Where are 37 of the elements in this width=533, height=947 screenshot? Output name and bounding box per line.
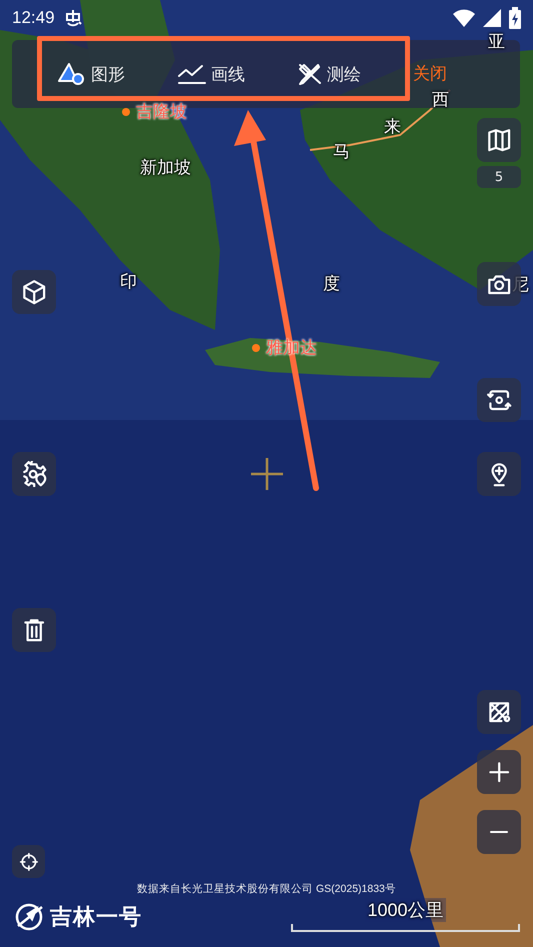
battery-charging-icon bbox=[509, 7, 521, 29]
measure-tool-button[interactable]: 测绘 bbox=[297, 58, 361, 90]
crosshair-icon bbox=[18, 852, 38, 872]
line-tool-button[interactable]: 画线 bbox=[177, 58, 245, 90]
close-button[interactable]: 关闭 bbox=[411, 63, 449, 85]
shape-icon bbox=[57, 62, 87, 86]
map-layers-button[interactable] bbox=[477, 118, 521, 162]
rotate-view-button[interactable] bbox=[477, 378, 521, 422]
ruler-pencil-icon bbox=[297, 62, 323, 86]
logo-text: 吉林一号 bbox=[50, 904, 142, 932]
zoom-in-button[interactable] bbox=[477, 750, 521, 794]
attribution-text: 数据来自长光卫星技术股份有限公司 GS(2025)1833号 bbox=[136, 882, 397, 896]
crosshair-icon bbox=[251, 458, 283, 490]
cube-3d-icon bbox=[20, 278, 48, 306]
map-label: 吉隆坡 bbox=[136, 101, 187, 123]
map-label: 来 bbox=[384, 116, 401, 138]
status-time: 12:49 bbox=[12, 8, 55, 28]
delete-button[interactable] bbox=[12, 608, 56, 652]
map-label: 新加坡 bbox=[140, 157, 191, 179]
map-label: 马 bbox=[333, 141, 350, 163]
map-label: 度 bbox=[323, 273, 340, 295]
map-label: 西 bbox=[432, 89, 449, 111]
layer-count-badge: 5 bbox=[477, 166, 521, 188]
locate-button[interactable] bbox=[12, 845, 45, 878]
3d-view-button[interactable] bbox=[12, 270, 56, 314]
map-area-button[interactable] bbox=[477, 690, 521, 734]
map-label: 尼 bbox=[512, 274, 529, 296]
map-label: 印 bbox=[120, 271, 137, 293]
location-settings-button[interactable] bbox=[12, 452, 56, 496]
gear-location-icon bbox=[20, 460, 48, 488]
wifi-icon bbox=[453, 9, 475, 27]
map-label: 亚 bbox=[488, 31, 505, 53]
signal-icon bbox=[483, 9, 501, 27]
shape-tool-button[interactable]: 图形 bbox=[57, 58, 125, 90]
map-icon bbox=[486, 126, 512, 154]
add-marker-button[interactable] bbox=[477, 452, 521, 496]
line-chart-icon bbox=[177, 62, 207, 86]
